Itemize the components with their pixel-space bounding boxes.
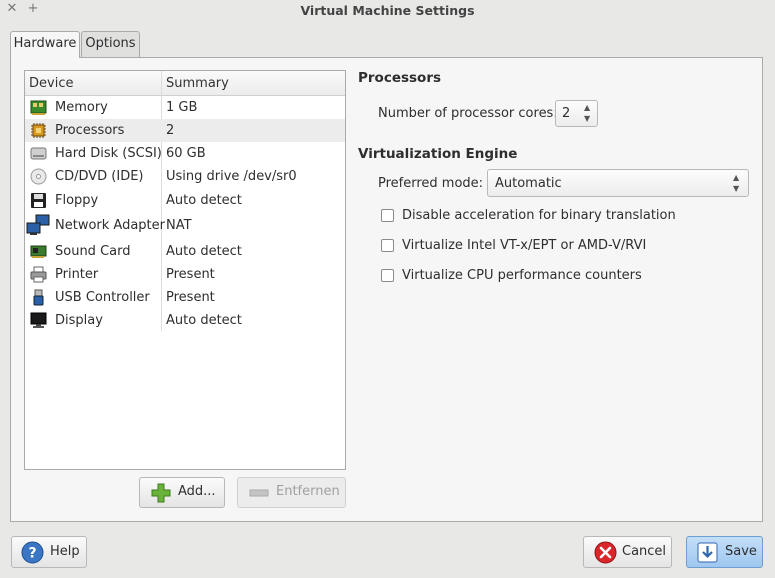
device-row-display[interactable]: Display Auto detect [25,309,345,332]
usb-icon [33,289,44,306]
device-summary: Using drive /dev/sr0 [166,169,297,184]
plus-icon [151,483,171,503]
device-row-cd-dvd[interactable]: CD/DVD (IDE) Using drive /dev/sr0 [25,165,345,188]
disable-acceleration-option[interactable]: Disable acceleration for binary translat… [381,207,676,225]
cores-value: 2 [562,106,571,121]
device-summary: Auto detect [166,313,242,328]
device-name: Printer [55,267,99,282]
preferred-mode-label: Preferred mode: [378,176,484,191]
preferred-mode-select[interactable]: Automatic ▲ ▼ [487,169,749,197]
device-name: Memory [55,100,108,115]
tab-hardware-label: Hardware [13,36,77,51]
network-icon [26,214,50,235]
device-summary: NAT [166,218,192,233]
chevron-up-icon[interactable]: ▲ [584,103,590,112]
disable-acceleration-checkbox[interactable] [381,209,394,222]
save-button-label: Save [725,544,757,559]
device-row-sound-card[interactable]: Sound Card Auto detect [25,240,345,263]
printer-icon [30,266,47,283]
device-row-printer[interactable]: Printer Present [25,263,345,286]
remove-device-button[interactable]: Entfernen [237,477,346,508]
device-row-processors[interactable]: Processors 2 [25,119,345,142]
device-name: Network Adapter [55,218,165,233]
device-row-usb-controller[interactable]: USB Controller Present [25,286,345,309]
device-name: Floppy [55,193,99,208]
cancel-icon [594,541,617,564]
preferred-mode-value: Automatic [495,176,562,191]
cd-dvd-icon [30,168,47,185]
processor-icon [31,123,46,138]
device-summary: Auto detect [166,193,242,208]
device-row-network-adapter[interactable]: Network Adapter NAT [25,214,345,237]
chevron-down-icon: ▼ [733,184,740,193]
chevron-down-icon[interactable]: ▼ [584,114,590,123]
remove-button-label: Entfernen [276,484,340,499]
window-title: Virtual Machine Settings [300,3,475,18]
device-name: CD/DVD (IDE) [55,169,144,184]
cores-label: Number of processor cores: [378,106,558,121]
add-button-label: Add... [178,484,216,499]
sound-card-icon [30,245,47,258]
virtualize-perf-counters-checkbox[interactable] [381,269,394,282]
device-name: Display [55,313,103,328]
virtualization-heading: Virtualization Engine [358,146,518,162]
help-button[interactable]: ? Help [11,536,87,568]
device-name: Sound Card [55,244,131,259]
cancel-button[interactable]: Cancel [583,536,672,568]
hard-disk-icon [30,147,47,160]
device-summary: 2 [166,123,175,138]
tab-options-label: Options [85,36,136,51]
floppy-icon [31,193,46,208]
display-icon [30,312,47,328]
device-summary: 1 GB [166,100,198,115]
tab-hardware[interactable]: Hardware [10,31,80,58]
processors-heading: Processors [358,70,442,86]
column-header-summary[interactable]: Summary [166,76,229,91]
device-row-floppy[interactable]: Floppy Auto detect [25,189,345,212]
tab-options[interactable]: Options [81,31,140,57]
device-row-memory[interactable]: Memory 1 GB [25,96,345,119]
minus-icon [249,489,269,497]
checkbox-label: Virtualize CPU performance counters [402,268,642,283]
help-button-label: Help [50,544,80,559]
add-device-button[interactable]: Add... [139,477,225,508]
virtualize-vtx-option[interactable]: Virtualize Intel VT-x/EPT or AMD-V/RVI [381,237,661,255]
cores-spinner[interactable]: 2 ▲ ▼ [555,100,598,127]
device-summary: Auto detect [166,244,242,259]
device-summary: 60 GB [166,146,206,161]
device-row-hard-disk[interactable]: Hard Disk (SCSI) 60 GB [25,142,345,165]
device-name: Hard Disk (SCSI) [55,146,162,161]
save-icon [697,542,718,563]
cancel-button-label: Cancel [622,544,667,559]
help-icon: ? [21,541,44,564]
virtualize-vtx-checkbox[interactable] [381,239,394,252]
save-button[interactable]: Save [686,536,763,568]
virtualize-perf-counters-option[interactable]: Virtualize CPU performance counters [381,267,661,285]
device-name: Processors [55,123,125,138]
column-header-device[interactable]: Device [29,76,73,91]
device-name: USB Controller [55,290,150,305]
svg-text:?: ? [28,546,36,562]
chevron-up-icon: ▲ [733,173,740,182]
device-summary: Present [166,290,215,305]
device-summary: Present [166,267,215,282]
memory-icon [30,100,47,115]
checkbox-label: Virtualize Intel VT-x/EPT or AMD-V/RVI [402,238,647,253]
checkbox-label: Disable acceleration for binary translat… [402,208,676,223]
